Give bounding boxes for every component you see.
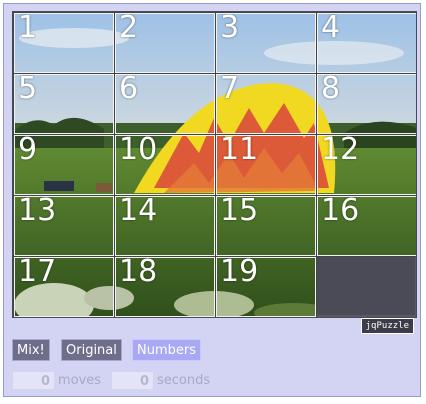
empty-slot (315, 255, 415, 315)
puzzle-tile[interactable]: 3 (215, 12, 317, 74)
puzzle-tile[interactable]: 1 (13, 12, 115, 74)
puzzle-tile[interactable]: 18 (114, 256, 216, 317)
moves-label: moves (58, 373, 102, 388)
puzzle-tile[interactable]: 10 (114, 134, 216, 196)
puzzle-tile[interactable]: 17 (13, 256, 115, 317)
tile-number: 17 (18, 257, 57, 289)
tile-number: 3 (220, 13, 240, 45)
puzzle-tile[interactable]: 19 (215, 256, 317, 317)
puzzle-tile[interactable]: 4 (316, 12, 416, 74)
tile-number: 7 (220, 74, 240, 106)
original-button[interactable]: Original (61, 339, 122, 361)
tile-number: 4 (321, 13, 341, 45)
mix-button[interactable]: Mix! (12, 339, 50, 361)
tile-number: 5 (18, 74, 38, 106)
tile-number: 13 (18, 196, 57, 228)
puzzle-tile[interactable]: 9 (13, 134, 115, 196)
puzzle-tile[interactable]: 7 (215, 73, 317, 135)
puzzle-tile[interactable]: 14 (114, 195, 216, 257)
tile-number: 18 (119, 257, 158, 289)
tile-number: 11 (220, 135, 259, 167)
tile-number: 14 (119, 196, 158, 228)
tile-number: 16 (321, 196, 360, 228)
puzzle-tile[interactable]: 8 (316, 73, 416, 135)
puzzle-tile[interactable]: 13 (13, 195, 115, 257)
tile-number: 10 (119, 135, 158, 167)
tile-number: 19 (220, 257, 259, 289)
tile-number: 12 (321, 135, 360, 167)
puzzle-widget: 1 2 3 4 5 6 7 8 9 10 11 12 13 14 15 16 17 18 19 jqPuzzle M… (3, 3, 421, 397)
tile-number: 6 (119, 74, 139, 106)
brand-badge[interactable]: jqPuzzle (360, 318, 414, 334)
tile-number: 15 (220, 196, 259, 228)
puzzle-tile[interactable]: 15 (215, 195, 317, 257)
tile-number: 1 (18, 13, 38, 45)
numbers-button[interactable]: Numbers (132, 339, 201, 361)
seconds-counter: 0 (111, 371, 154, 390)
moves-counter: 0 (12, 371, 55, 390)
puzzle-tile[interactable]: 11 (215, 134, 317, 196)
puzzle-tile[interactable]: 6 (114, 73, 216, 135)
puzzle-tile[interactable]: 2 (114, 12, 216, 74)
tile-number: 8 (321, 74, 341, 106)
puzzle-tile[interactable]: 16 (316, 195, 416, 257)
puzzle-tile[interactable]: 12 (316, 134, 416, 196)
puzzle-board: 1 2 3 4 5 6 7 8 9 10 11 12 13 14 15 16 17 18 19 (12, 11, 417, 318)
tile-number: 2 (119, 13, 139, 45)
tile-number: 9 (18, 135, 38, 167)
seconds-label: seconds (157, 373, 211, 388)
puzzle-tile[interactable]: 5 (13, 73, 115, 135)
